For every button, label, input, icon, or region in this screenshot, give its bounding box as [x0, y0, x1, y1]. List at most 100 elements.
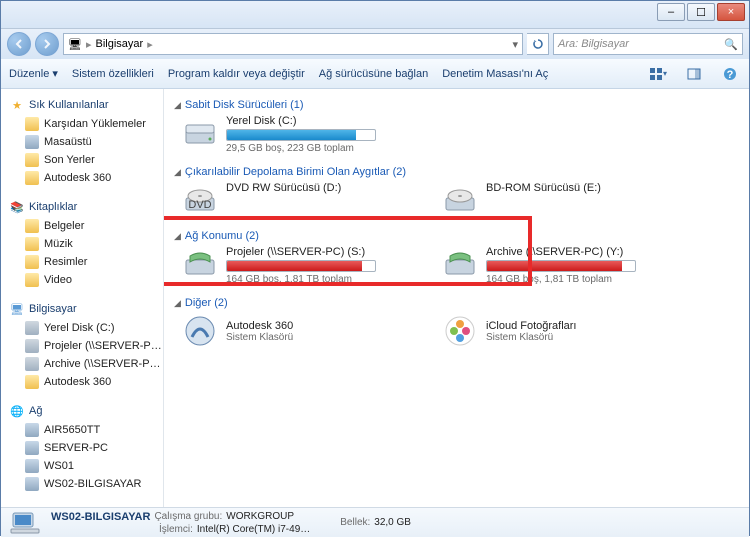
- sidebar-item-documents[interactable]: Belgeler: [3, 217, 161, 235]
- maximize-button[interactable]: ☐: [687, 3, 715, 21]
- documents-icon: [25, 219, 39, 233]
- sidebar-item-pictures[interactable]: Resimler: [3, 253, 161, 271]
- refresh-button[interactable]: [527, 33, 549, 55]
- sidebar-computer-group: 🖥 Bilgisayar Yerel Disk (C:) Projeler (\…: [3, 299, 161, 391]
- map-network-drive-button[interactable]: Ağ sürücüsüne bağlan: [319, 68, 428, 80]
- sidebar-item-music[interactable]: Müzik: [3, 235, 161, 253]
- section-removable-header[interactable]: ◢ Çıkarılabilir Depolama Birimi Olan Ayg…: [174, 162, 739, 182]
- drive-label: Projeler (\\SERVER-PC) (S:): [226, 246, 412, 258]
- drive-projeler-s[interactable]: Projeler (\\SERVER-PC) (S:) 164 GB boş, …: [182, 246, 412, 285]
- star-icon: ★: [9, 97, 25, 113]
- sidebar-item-ws01[interactable]: WS01: [3, 457, 161, 475]
- close-button[interactable]: ×: [717, 3, 745, 21]
- pc-icon: [25, 423, 39, 437]
- sidebar-item-desktop[interactable]: Masaüstü: [3, 133, 161, 151]
- network-icon: 🌐: [9, 403, 25, 419]
- drive-local-c[interactable]: Yerel Disk (C:) 29,5 GB boş, 223 GB topl…: [182, 115, 412, 154]
- drive-label: Yerel Disk (C:): [226, 115, 412, 127]
- netdrive-icon: [25, 357, 39, 371]
- sidebar-libraries-header[interactable]: 📚 Kitaplıklar: [3, 197, 161, 217]
- section-hard-drives-header[interactable]: ◢ Sabit Disk Sürücüleri (1): [174, 95, 739, 115]
- help-button[interactable]: ?: [719, 64, 741, 84]
- sidebar-item-recent[interactable]: Son Yerler: [3, 151, 161, 169]
- drive-usage-text: 164 GB boş, 1,81 TB toplam: [226, 274, 412, 285]
- breadcrumb-location[interactable]: Bilgisayar: [96, 38, 144, 50]
- sidebar-item-local-disk-c[interactable]: Yerel Disk (C:): [3, 319, 161, 337]
- search-icon[interactable]: 🔍: [724, 38, 738, 51]
- status-memory-label: Bellek:: [340, 517, 370, 528]
- navigation-pane: ★ Sık Kullanılanlar Karşıdan Yüklemeler …: [1, 89, 164, 507]
- drive-bd-rom-e[interactable]: BD-ROM Sürücüsü (E:): [442, 182, 672, 218]
- sidebar-item-server-pc[interactable]: SERVER-PC: [3, 439, 161, 457]
- open-control-panel-button[interactable]: Denetim Masası'nı Aç: [442, 68, 548, 80]
- recent-icon: [25, 153, 39, 167]
- sidebar-item-projeler-s[interactable]: Projeler (\\SERVER-P…: [3, 337, 161, 355]
- main-area: ★ Sık Kullanılanlar Karşıdan Yüklemeler …: [1, 89, 749, 507]
- sidebar-item-videos[interactable]: Video: [3, 271, 161, 289]
- search-box[interactable]: Ara: Bilgisayar 🔍: [553, 33, 743, 55]
- desktop-icon: [25, 135, 39, 149]
- details-pane: WS02-BILGISAYAR Çalışma grubu: WORKGROUP…: [1, 507, 749, 537]
- section-other-header[interactable]: ◢ Diğer (2): [174, 293, 739, 313]
- drive-usage-bar: [226, 129, 376, 141]
- sidebar-favorites-header[interactable]: ★ Sık Kullanılanlar: [3, 95, 161, 115]
- section-hard-drives: ◢ Sabit Disk Sürücüleri (1) Yerel Disk (…: [174, 95, 739, 154]
- sidebar-computer-header[interactable]: 🖥 Bilgisayar: [3, 299, 161, 319]
- music-icon: [25, 237, 39, 251]
- view-options-button[interactable]: ▾: [647, 64, 669, 84]
- netdrive-icon: [182, 246, 218, 282]
- uninstall-program-button[interactable]: Program kaldır veya değiştir: [168, 68, 305, 80]
- sidebar-item-ws02[interactable]: WS02-BILGISAYAR: [3, 475, 161, 493]
- breadcrumb-sep-icon: ▸: [147, 38, 153, 51]
- drive-usage-text: 29,5 GB boş, 223 GB toplam: [226, 143, 412, 154]
- status-cpu-label: İşlemci:: [159, 524, 193, 535]
- netdrive-icon: [442, 246, 478, 282]
- sidebar-item-air5650tt[interactable]: AIR5650TT: [3, 421, 161, 439]
- autodesk-icon: [182, 313, 218, 349]
- address-dropdown-icon[interactable]: ▾: [512, 38, 518, 51]
- drive-label: DVD RW Sürücüsü (D:): [226, 182, 412, 194]
- drive-usage-bar: [486, 260, 636, 272]
- drive-archive-y[interactable]: Archive (\\SERVER-PC) (Y:) 164 GB boş, 1…: [442, 246, 672, 285]
- sidebar-item-archive-y[interactable]: Archive (\\SERVER-P…: [3, 355, 161, 373]
- icloud-photos-icon: [442, 313, 478, 349]
- section-removable: ◢ Çıkarılabilir Depolama Birimi Olan Ayg…: [174, 162, 739, 218]
- drive-label: Archive (\\SERVER-PC) (Y:): [486, 246, 672, 258]
- computer-icon: 🖥: [9, 301, 25, 317]
- videos-icon: [25, 273, 39, 287]
- content-pane: ◢ Sabit Disk Sürücüleri (1) Yerel Disk (…: [164, 89, 749, 507]
- sidebar-item-downloads[interactable]: Karşıdan Yüklemeler: [3, 115, 161, 133]
- organize-button[interactable]: Düzenle ▾: [9, 67, 58, 80]
- pc-icon: [25, 477, 39, 491]
- pictures-icon: [25, 255, 39, 269]
- collapse-icon: ◢: [174, 298, 181, 309]
- drive-usage-text: 164 GB boş, 1,81 TB toplam: [486, 274, 672, 285]
- sidebar-item-autodesk360[interactable]: Autodesk 360: [3, 373, 161, 391]
- minimize-button[interactable]: –: [657, 3, 685, 21]
- folder-autodesk360[interactable]: Autodesk 360 Sistem Klasörü: [182, 313, 412, 349]
- system-properties-button[interactable]: Sistem özellikleri: [72, 68, 154, 80]
- section-network-location-header[interactable]: ◢ Ağ Konumu (2): [174, 226, 739, 246]
- chevron-down-icon: ▾: [52, 67, 58, 80]
- cloud-icon: [25, 171, 39, 185]
- folder-icloud-photos[interactable]: iCloud Fotoğrafları Sistem Klasörü: [442, 313, 672, 349]
- address-bar[interactable]: 🖥 ▸ Bilgisayar ▸ ▾: [63, 33, 523, 55]
- drive-dvd-rw-d[interactable]: DVD DVD RW Sürücüsü (D:): [182, 182, 412, 218]
- status-workgroup-label: Çalışma grubu:: [154, 511, 222, 523]
- folder-label: iCloud Fotoğrafları: [486, 320, 577, 332]
- collapse-icon: ◢: [174, 231, 181, 242]
- nav-back-button[interactable]: [7, 32, 31, 56]
- title-bar: – ☐ ×: [1, 1, 749, 29]
- pc-icon: [25, 441, 39, 455]
- nav-forward-button[interactable]: [35, 32, 59, 56]
- sidebar-favorites-group: ★ Sık Kullanılanlar Karşıdan Yüklemeler …: [3, 95, 161, 187]
- folder-label: Autodesk 360: [226, 320, 293, 332]
- command-bar: Düzenle ▾ Sistem özellikleri Program kal…: [1, 59, 749, 89]
- status-computer-name: WS02-BILGISAYAR: [51, 511, 150, 523]
- breadcrumb-sep-icon: ▸: [86, 38, 92, 51]
- sidebar-network-header[interactable]: 🌐 Ağ: [3, 401, 161, 421]
- preview-pane-button[interactable]: [683, 64, 705, 84]
- status-cpu-value: Intel(R) Core(TM) i7-49…: [197, 524, 310, 535]
- drive-label: BD-ROM Sürücüsü (E:): [486, 182, 672, 194]
- sidebar-item-autodesk[interactable]: Autodesk 360: [3, 169, 161, 187]
